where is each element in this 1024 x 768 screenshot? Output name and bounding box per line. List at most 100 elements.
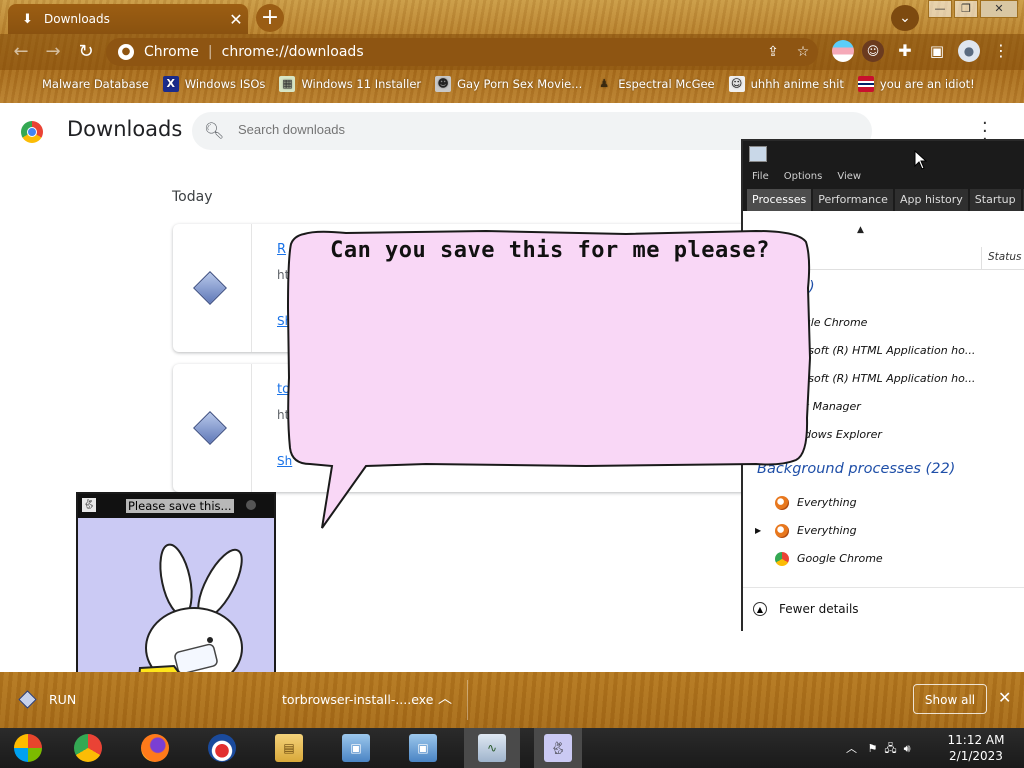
show-all-button[interactable]: Show all (913, 684, 987, 714)
address-url[interactable]: chrome://downloads (222, 44, 758, 60)
application-window-icon: ▣ (409, 734, 437, 762)
bookmark-item[interactable]: ▦ Windows 11 Installer (279, 76, 421, 92)
start-button[interactable] (6, 728, 50, 768)
task-manager-titlebar[interactable] (743, 141, 1024, 167)
taskbar-obama-app[interactable] (200, 728, 244, 768)
task-manager-icon (749, 146, 767, 162)
bookmark-label: Malware Database (42, 77, 149, 91)
bunny-window-close-icon[interactable] (246, 500, 256, 510)
bunny-window-icon: 🐇︎ (82, 498, 96, 512)
menu-options[interactable]: Options (784, 171, 823, 182)
windows-taskbar: ▤ ▣ ▣ ∿ 🐇︎ ︿ ⚑ 🖧︎ 🔊︎ 11:12 AM 2/1/2023 (0, 728, 1024, 768)
bunny-window-title: Please save this... (126, 499, 234, 513)
site-name: Chrome (144, 44, 199, 60)
bookmark-label: Windows 11 Installer (301, 77, 422, 91)
sort-arrow-icon[interactable]: ▲ (857, 225, 864, 235)
extension-avatar-icon[interactable]: ☺ (862, 40, 884, 62)
menu-view[interactable]: View (837, 171, 861, 182)
x-logo-icon: X (162, 76, 179, 92)
tab-close-icon[interactable]: ✕ (224, 10, 248, 29)
tab-performance[interactable]: Performance (813, 189, 893, 211)
close-window-button[interactable]: ✕ (980, 0, 1018, 18)
download-filename-link[interactable]: R (277, 242, 286, 257)
start-orb-icon (14, 734, 42, 762)
tab-search-button[interactable]: ⌄ (891, 5, 919, 31)
tab-startup[interactable]: Startup (969, 189, 1021, 211)
close-shelf-icon[interactable]: ✕ (998, 688, 1011, 707)
taskbar-task-manager[interactable]: ∿ (464, 728, 520, 768)
share-icon[interactable]: ⇪ (758, 44, 788, 60)
page-title: Downloads (67, 117, 183, 141)
bookmark-item[interactable]: Malware Database (20, 76, 149, 92)
process-row[interactable]: Google Chrome (743, 545, 1024, 573)
shelf-download-item[interactable]: torbrowser-install-....exe (282, 692, 433, 707)
search-input[interactable] (236, 121, 840, 138)
fewer-details-bar: ▲ Fewer details (743, 587, 1024, 632)
browser-toolbar-area: ⬇ Downloads ✕ + ⌄ — ❐ ✕ ← → ↻ ● Chrome |… (0, 0, 1024, 103)
action-center-flag-icon[interactable]: ⚑ (868, 742, 878, 755)
profile-avatar-icon[interactable]: ● (958, 40, 980, 62)
process-name: rosoft (R) HTML Application ho... (797, 372, 976, 385)
minimize-button[interactable]: — (928, 0, 952, 18)
volume-icon[interactable]: 🔊︎ (904, 742, 911, 755)
fewer-details-button[interactable]: Fewer details (779, 602, 859, 616)
maximize-button[interactable]: ❐ (954, 0, 978, 18)
bookmark-item[interactable]: ♟ Espectral McGee (596, 76, 714, 92)
tab-title: Downloads (44, 12, 110, 26)
forward-button[interactable]: → (38, 34, 68, 70)
flag-icon (857, 76, 874, 92)
new-tab-button[interactable]: + (256, 4, 284, 32)
taskbar-hta-app[interactable]: ▣ (334, 728, 378, 768)
status-column-header[interactable]: Status (981, 247, 1024, 269)
taskbar-firefox[interactable] (133, 728, 177, 768)
taskbar-explorer[interactable]: ▤ (267, 728, 311, 768)
clock-date: 2/1/2023 (949, 749, 1003, 763)
back-button[interactable]: ← (6, 34, 36, 70)
extensions-puzzle-icon[interactable]: ✚ (894, 40, 916, 62)
chrome-menu-icon[interactable]: ⋮ (990, 40, 1012, 62)
mouse-cursor-icon (914, 150, 928, 170)
extension-flag-icon[interactable] (832, 40, 854, 62)
date-group-label: Today (172, 189, 213, 205)
folder-icon (20, 76, 36, 92)
bunny-eye (207, 637, 213, 643)
speech-bubble (286, 229, 812, 529)
taskbar-chrome[interactable] (66, 728, 110, 768)
task-manager-tabs: Processes Performance App history Startu… (743, 185, 1024, 211)
tab-processes[interactable]: Processes (747, 189, 812, 211)
tab-app-history[interactable]: App history (894, 189, 968, 211)
side-panel-icon[interactable]: ▣ (926, 40, 948, 62)
tab-downloads[interactable]: ⬇ Downloads ✕ (8, 4, 248, 34)
bookmark-label: Espectral McGee (618, 77, 715, 91)
bookmark-star-icon[interactable]: ☆ (788, 44, 818, 60)
download-icon: ⬇ (22, 11, 33, 27)
bookmark-label: Gay Porn Sex Movie... (457, 77, 583, 91)
taskbar-bunny-app[interactable]: 🐇︎ (534, 728, 582, 768)
bookmarks-bar: Malware Database X Windows ISOs ▦ Window… (0, 72, 1024, 96)
collapse-chevron-icon[interactable]: ▲ (753, 602, 767, 616)
card-divider (251, 364, 252, 492)
bunny-ear-left (159, 543, 193, 617)
address-bar[interactable]: ● Chrome | chrome://downloads ⇪ ☆ (106, 38, 818, 66)
bookmark-label: uhhh anime shit (750, 77, 844, 91)
chrome-logo-icon (21, 121, 43, 143)
reload-button[interactable]: ↻ (71, 34, 101, 70)
file-icon (193, 411, 227, 445)
bookmark-item[interactable]: X Windows ISOs (162, 76, 265, 92)
taskbar-hta-app[interactable]: ▣ (401, 728, 445, 768)
process-name: rosoft (R) HTML Application ho... (797, 344, 976, 357)
tray-overflow-icon[interactable]: ︿ (846, 742, 857, 755)
network-icon[interactable]: 🖧︎ (884, 742, 896, 755)
system-clock[interactable]: 11:12 AM 2/1/2023 (946, 732, 1006, 764)
image-icon: ▦ (279, 76, 296, 92)
character-icon: ♟ (599, 77, 610, 90)
bookmark-item[interactable]: you are an idiot! (857, 76, 975, 92)
shelf-download-item[interactable]: RUN (49, 692, 76, 707)
speech-bubble-text: Can you save this for me please? (330, 238, 770, 263)
bookmark-item[interactable]: ☻ Gay Porn Sex Movie... (435, 76, 582, 92)
chevron-up-icon[interactable]: ︿ (438, 688, 452, 708)
menu-file[interactable]: File (752, 171, 769, 182)
bunny-window-titlebar[interactable]: 🐇︎ Please save this... (78, 494, 274, 518)
file-icon (193, 271, 227, 305)
bookmark-item[interactable]: ☺ uhhh anime shit (728, 76, 844, 92)
